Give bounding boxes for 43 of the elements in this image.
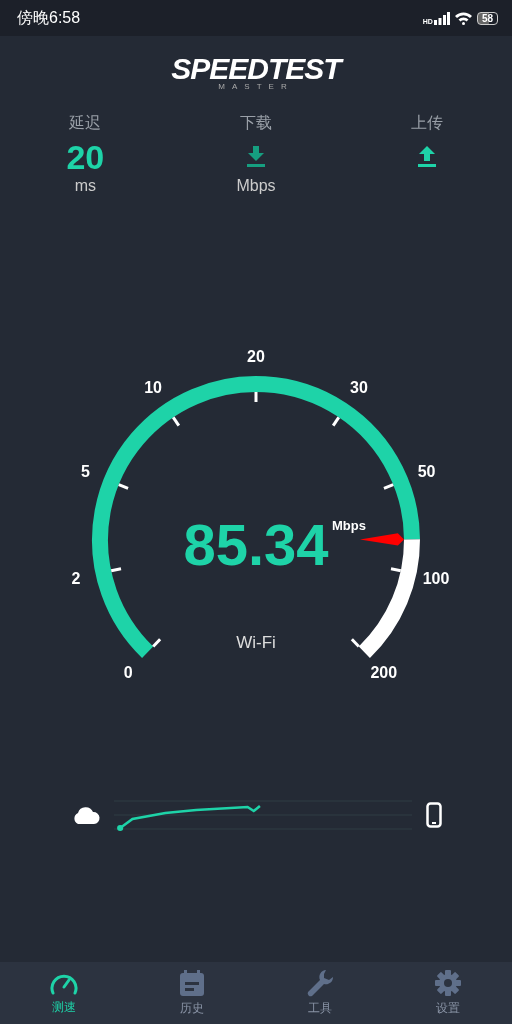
gauge-tick <box>110 567 122 573</box>
tick-label: 0 <box>123 664 133 682</box>
upload-icon <box>416 146 437 168</box>
signal-icon <box>433 11 450 25</box>
tick-label: 200 <box>370 664 398 682</box>
gauge-needle <box>360 533 404 546</box>
metric-label: 下载 <box>240 113 272 133</box>
tick-label: 50 <box>417 463 436 481</box>
tick-label: 20 <box>247 348 265 365</box>
nav-tab[interactable]: 工具 <box>256 962 384 1024</box>
logo-subtitle: MASTER <box>218 82 294 91</box>
metric-label: 上传 <box>410 113 443 133</box>
metric-unit: Mbps <box>236 177 276 196</box>
tick-label: 5 <box>80 463 90 481</box>
speed-value: 85.34 <box>183 512 329 577</box>
gauge-tick <box>152 638 162 648</box>
metric-label: 延迟 <box>69 113 102 133</box>
download-icon <box>246 146 266 168</box>
wifi-icon <box>454 11 472 25</box>
phone-icon <box>426 802 442 828</box>
tick-label: 100 <box>422 570 450 588</box>
gauge-tick <box>254 392 258 402</box>
tick-label: 30 <box>350 379 368 397</box>
calendar-icon <box>179 969 205 997</box>
tick-label: 2 <box>71 570 81 588</box>
gauge-tick <box>331 416 340 427</box>
battery-indicator: 58 <box>476 11 498 25</box>
gauge-tick <box>118 483 129 490</box>
nav-tab[interactable]: 测速 <box>0 962 128 1024</box>
nav-tab[interactable]: 历史 <box>128 962 256 1024</box>
connection-type: Wi-Fi <box>236 633 276 652</box>
status-time: 傍晚6:58 <box>17 7 81 28</box>
gauge-tick <box>383 483 394 490</box>
metric-value: 20 <box>66 137 105 177</box>
gauge-tick <box>350 638 360 648</box>
tick-label: 10 <box>144 379 162 397</box>
gauge-tick <box>390 567 402 573</box>
cloud-icon <box>72 806 100 824</box>
nav-tab[interactable]: 设置 <box>384 962 512 1024</box>
metric-unit: ms <box>74 177 96 196</box>
wrench-icon <box>306 969 334 997</box>
speed-unit: Mbps <box>332 518 366 533</box>
gauge-tick <box>172 416 181 427</box>
